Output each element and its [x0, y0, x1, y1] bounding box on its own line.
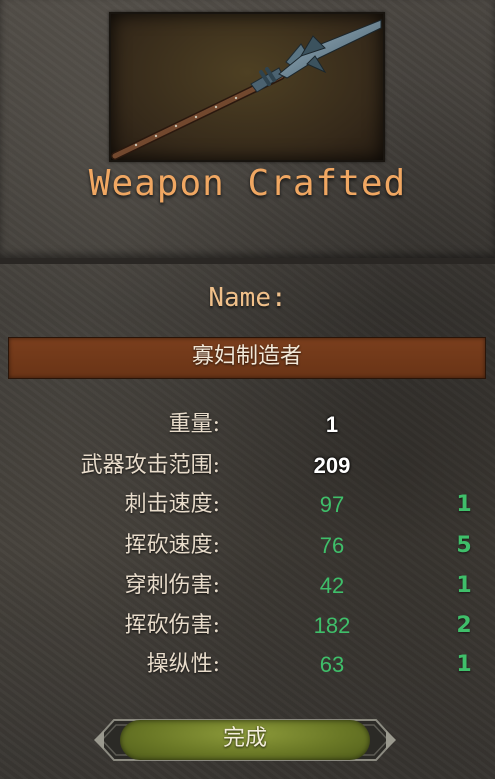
stat-value: 1 — [325, 412, 339, 437]
weapon-name-field[interactable]: 寡妇制造者 — [8, 337, 486, 379]
stat-bonus — [452, 446, 476, 486]
stat-label: 挥砍伤害: — [124, 613, 220, 638]
stat-value: 63 — [319, 652, 345, 677]
stat-bonus: 1 — [456, 573, 472, 598]
done-button-label[interactable]: 完成 — [120, 720, 370, 760]
dialog-title: Weapon Crafted — [88, 163, 407, 204]
done-button[interactable]: 完成 — [120, 720, 370, 760]
header-section: Weapon Crafted — [0, 0, 495, 264]
stat-bonus: 1 — [456, 492, 472, 517]
name-label: Name: — [208, 283, 287, 313]
stat-row-reach: 武器攻击范围: 209 — [0, 446, 495, 486]
done-button-frame: 完成 — [92, 712, 398, 768]
stat-value: 209 — [313, 453, 351, 478]
weapon-crafted-dialog: Weapon Crafted Name: 寡妇制造者 重量: 1 武器攻击范围:… — [0, 0, 495, 779]
stat-label: 武器攻击范围: — [80, 453, 220, 478]
stat-value: 42 — [319, 573, 345, 598]
stat-bonus — [452, 405, 476, 445]
stat-label: 穿刺伤害: — [124, 573, 220, 598]
stat-bonus: 2 — [456, 613, 472, 638]
stat-row-handling: 操纵性: 63 1 — [0, 645, 495, 685]
weapon-name-value[interactable]: 寡妇制造者 — [9, 338, 485, 378]
stat-label: 刺击速度: — [124, 492, 220, 517]
stat-bonus: 5 — [456, 533, 472, 558]
stat-row-thrust-speed: 刺击速度: 97 1 — [0, 485, 495, 525]
stat-value: 97 — [319, 492, 345, 517]
stat-row-swing-damage: 挥砍伤害: 182 2 — [0, 606, 495, 646]
stat-label: 操纵性: — [146, 652, 220, 677]
weapon-preview — [109, 12, 385, 162]
stat-bonus: 1 — [456, 652, 472, 677]
spear-icon — [111, 19, 382, 160]
stat-label: 挥砍速度: — [124, 533, 220, 558]
stat-value: 182 — [313, 613, 351, 638]
stat-row-swing-speed: 挥砍速度: 76 5 — [0, 526, 495, 566]
stat-value: 76 — [319, 533, 345, 558]
stat-row-weight: 重量: 1 — [0, 405, 495, 445]
stat-label: 重量: — [168, 412, 220, 437]
stat-row-thrust-damage: 穿刺伤害: 42 1 — [0, 566, 495, 606]
